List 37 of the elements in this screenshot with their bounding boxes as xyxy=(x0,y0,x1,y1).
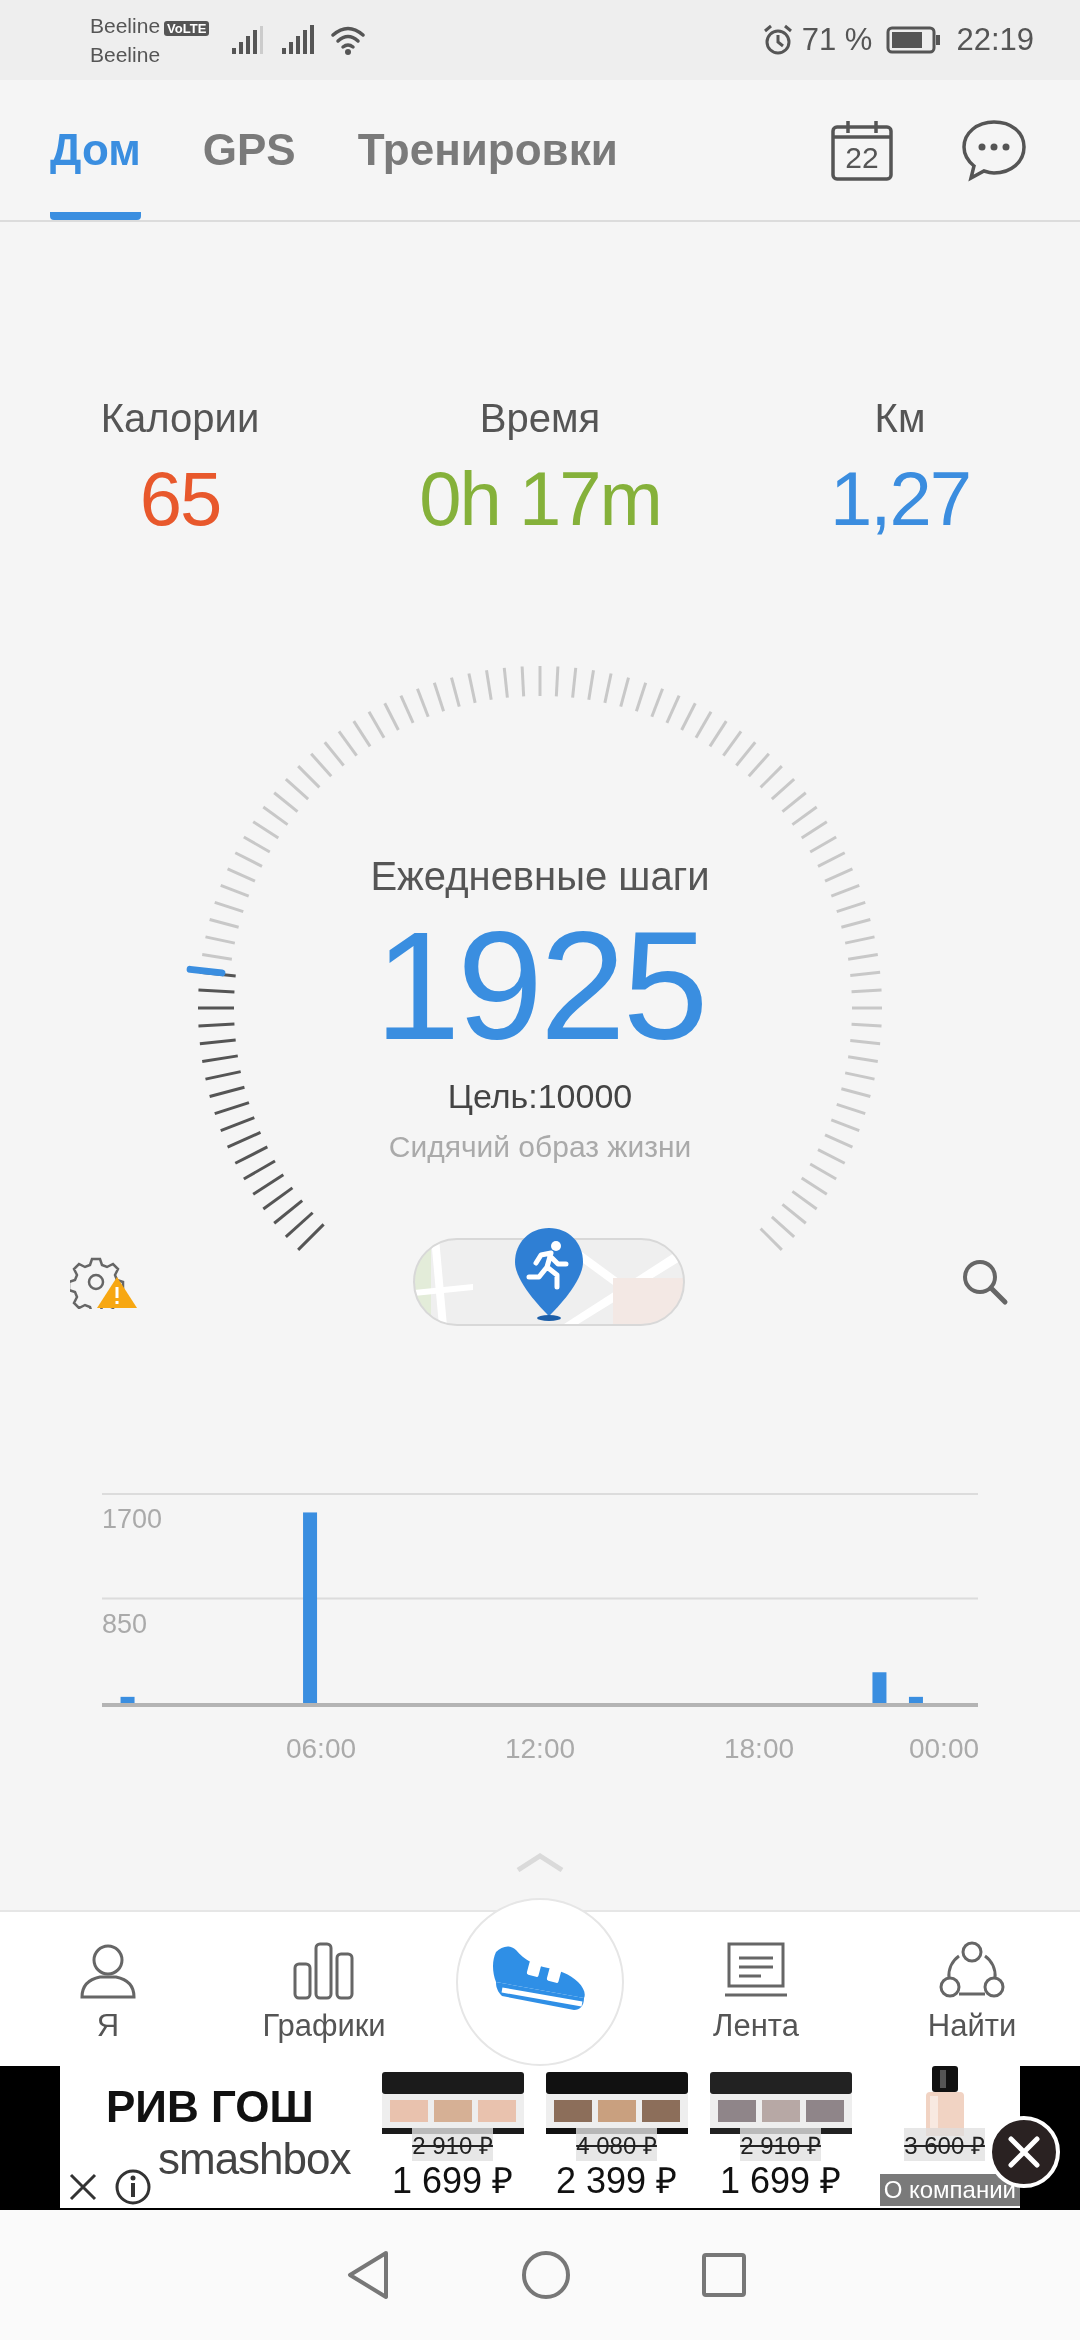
axis-label: 1700 xyxy=(102,1504,163,1534)
old-price: 4 080 ₽ xyxy=(576,2128,657,2161)
axis-label: 850 xyxy=(102,1608,148,1639)
steps-title: Ежедневные шаги xyxy=(370,854,710,899)
nav-tab[interactable]: Графики xyxy=(256,1928,392,2056)
steps-count: 1925 xyxy=(374,901,706,1071)
nav-tab[interactable]: Найти xyxy=(921,1928,1023,2056)
stat-value: 65 xyxy=(138,455,222,542)
stat-label: Калории xyxy=(99,396,261,441)
axis-label: 00:00 xyxy=(908,1733,980,1764)
product-price: 2 399 ₽ xyxy=(556,2161,678,2201)
ad-brand: РИВ ГОШ xyxy=(106,2082,314,2132)
activity-status: Сидячий образ жизни xyxy=(388,1130,692,1164)
battery-percent: 71 % xyxy=(801,22,873,58)
ad-logo: smashbox xyxy=(158,2134,351,2184)
steps-goal: Цель:10000 xyxy=(447,1077,633,1116)
clock-time: 22:19 xyxy=(956,22,1034,58)
stat-label: Время xyxy=(478,396,602,441)
axis-label: 12:00 xyxy=(504,1733,576,1764)
nav-tab[interactable]: Я xyxy=(72,1928,144,2056)
network-badge: VoLTE xyxy=(164,20,210,36)
product-price: 1 699 ₽ xyxy=(392,2161,514,2201)
old-price: 3 600 ₽ xyxy=(904,2128,985,2161)
tab[interactable]: Тренировки xyxy=(357,80,618,220)
old-price: 2 910 ₽ xyxy=(740,2128,821,2161)
tab[interactable]: GPS xyxy=(202,80,296,220)
carrier-name: Beeline xyxy=(90,13,161,37)
old-price: 2 910 ₽ xyxy=(412,2128,493,2161)
product-price: 1 699 ₽ xyxy=(720,2161,842,2201)
stat-value: 1,27 xyxy=(829,455,971,542)
stat-value: 0h 17m xyxy=(418,455,662,542)
axis-label: 06:00 xyxy=(285,1733,357,1764)
axis-label: 18:00 xyxy=(723,1733,795,1764)
nav-tab[interactable]: Лента xyxy=(707,1928,805,2056)
carrier-name: Beeline xyxy=(90,41,162,68)
stat-label: Км xyxy=(873,396,927,441)
about-label[interactable]: О компании xyxy=(879,2174,1020,2206)
